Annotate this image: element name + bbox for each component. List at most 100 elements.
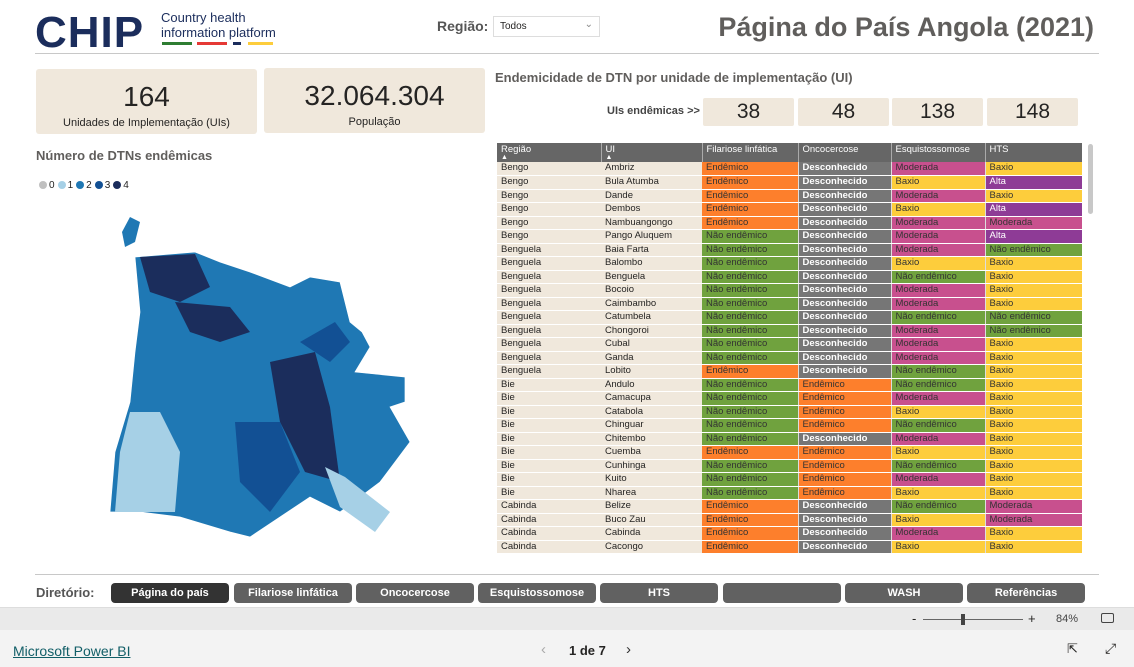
table-cell: Baia Farta bbox=[601, 243, 702, 257]
table-row[interactable]: Benguela Bocoio Não endêmico Desconhecido Mo… bbox=[497, 283, 1082, 298]
prev-page-icon[interactable]: ‹ bbox=[541, 641, 546, 658]
table-row[interactable]: Benguela Lobito Endêmico Desconhecido Não en… bbox=[497, 364, 1082, 379]
table-row[interactable]: Bie Camacupa Não endêmico Endêmico Moderada B… bbox=[497, 391, 1082, 406]
table-row[interactable]: Bie Chitembo Não endêmico Desconhecido Moder… bbox=[497, 432, 1082, 446]
table-row[interactable]: Bengo Dande Endêmico Desconhecido Moderada Ba… bbox=[497, 189, 1082, 203]
table-scrollbar[interactable] bbox=[1088, 144, 1093, 214]
table-row[interactable]: Bie Cunhinga Não endêmico Endêmico Não endêm… bbox=[497, 459, 1082, 473]
status-cell: Baxio bbox=[985, 432, 1082, 446]
table-row[interactable]: Bie Kuito Não endêmico Endêmico Moderada Baxi… bbox=[497, 472, 1082, 487]
table-cell: Camacupa bbox=[601, 391, 702, 406]
table-row[interactable]: Bengo Bula Atumba Endêmico Desconhecido Baxi… bbox=[497, 175, 1082, 190]
nav-button[interactable]: HTS bbox=[600, 583, 718, 603]
fullscreen-icon[interactable]: ⤢ bbox=[1105, 640, 1116, 657]
next-page-icon[interactable]: › bbox=[626, 641, 631, 658]
flag-stripe bbox=[248, 42, 273, 45]
table-row[interactable]: Cabinda Belize Endêmico Desconhecido Não end… bbox=[497, 499, 1082, 514]
legend-dot-icon bbox=[76, 181, 85, 189]
population-card: 32.064.304 População bbox=[264, 68, 485, 133]
power-bi-link[interactable]: Microsoft Power BI bbox=[13, 643, 130, 659]
table-cell: Chinguar bbox=[601, 418, 702, 433]
zoom-bar: - + 84% bbox=[0, 607, 1134, 630]
share-icon[interactable]: ⇱ bbox=[1067, 641, 1078, 657]
nav-button[interactable]: Filariose linfática bbox=[234, 583, 352, 603]
table-row[interactable]: Bie Andulo Não endêmico Endêmico Não endêmic… bbox=[497, 378, 1082, 392]
table-row[interactable]: Bie Nharea Não endêmico Endêmico Baxio Baxio bbox=[497, 486, 1082, 500]
status-cell: Endêmico bbox=[798, 486, 892, 500]
zoom-in-button[interactable]: + bbox=[1028, 611, 1036, 626]
endemic-title: Endemicidade de DTN por unidade de imple… bbox=[495, 70, 853, 85]
table-row[interactable]: Bie Cuemba Endêmico Endêmico Baxio Baxio bbox=[497, 445, 1082, 460]
status-cell: Endêmico bbox=[798, 445, 892, 460]
table-row[interactable]: Bie Chinguar Não endêmico Endêmico Não endêm… bbox=[497, 418, 1082, 433]
table-row[interactable]: Bengo Ambriz Endêmico Desconhecido Moderada B… bbox=[497, 162, 1082, 176]
status-cell: Não endêmico bbox=[702, 418, 799, 433]
table-cell: Bie bbox=[497, 405, 601, 419]
endemic-count-hts: 148 bbox=[987, 98, 1078, 126]
zoom-slider[interactable] bbox=[923, 619, 1023, 620]
status-cell: Endêmico bbox=[702, 202, 799, 217]
table-row[interactable]: Bengo Nambuangongo Endêmico Desconhecido Mod… bbox=[497, 216, 1082, 230]
table-cell: Bie bbox=[497, 432, 601, 446]
zoom-level: 84% bbox=[1056, 613, 1079, 625]
table-row[interactable]: Benguela Baia Farta Não endêmico Desconheci… bbox=[497, 243, 1082, 257]
table-cell: Bengo bbox=[497, 189, 601, 203]
legend-dot-icon bbox=[57, 181, 66, 189]
status-cell: Baxio bbox=[891, 202, 986, 217]
column-header[interactable]: UI ▲ bbox=[601, 143, 703, 162]
status-cell: Não endêmico bbox=[702, 486, 799, 500]
divider bbox=[35, 574, 1099, 575]
table-cell: Balombo bbox=[601, 256, 702, 271]
table-row[interactable]: Cabinda Cacongo Endêmico Desconhecido Baxio B… bbox=[497, 540, 1082, 554]
nav-button[interactable] bbox=[723, 583, 841, 603]
table-row[interactable]: Bengo Pango Aluquem Não endêmico Desconheci… bbox=[497, 229, 1082, 244]
table-row[interactable]: Benguela Ganda Não endêmico Desconhecido Mod… bbox=[497, 351, 1082, 365]
table-cell: Catabola bbox=[601, 405, 702, 419]
column-header[interactable]: Esquistossomose bbox=[891, 143, 986, 162]
nav-button[interactable]: Referências bbox=[967, 583, 1085, 603]
status-cell: Desconhecido bbox=[798, 283, 892, 298]
table-cell: Bengo bbox=[497, 202, 601, 217]
table-cell: Cacongo bbox=[601, 540, 702, 554]
nav-button[interactable]: Página do país bbox=[111, 583, 229, 603]
column-header[interactable]: Oncocercose bbox=[798, 143, 892, 162]
table-row[interactable]: Benguela Catumbela Não endêmico Desconhecid… bbox=[497, 310, 1082, 325]
sort-asc-icon: ▲ bbox=[605, 154, 613, 161]
table-row[interactable]: Benguela Balombo Não endêmico Desconhecido B… bbox=[497, 256, 1082, 271]
region-select[interactable]: Todos ⌄ bbox=[493, 16, 600, 37]
status-cell: Moderada bbox=[891, 526, 986, 541]
table-row[interactable]: Bengo Dembos Endêmico Desconhecido Baxio Alta bbox=[497, 202, 1082, 217]
table-row[interactable]: Benguela Chongoroi Não endêmico Desconhecid… bbox=[497, 324, 1082, 338]
zoom-slider-handle[interactable] bbox=[961, 614, 965, 625]
nav-button[interactable]: WASH bbox=[845, 583, 963, 603]
status-cell: Moderada bbox=[891, 324, 986, 338]
endemicity-table[interactable]: Região ▲ UI ▲ Filariose linfática Oncocercose… bbox=[497, 143, 1082, 556]
table-row[interactable]: Benguela Benguela Não endêmico Desconhecido… bbox=[497, 270, 1082, 284]
status-cell: Moderada bbox=[891, 243, 986, 257]
column-header[interactable]: Região ▲ bbox=[497, 143, 602, 162]
table-row[interactable]: Cabinda Cabinda Endêmico Desconhecido Modera… bbox=[497, 526, 1082, 541]
zoom-out-button[interactable]: - bbox=[912, 611, 916, 626]
status-cell: Moderada bbox=[891, 337, 986, 352]
table-row[interactable]: Benguela Cubal Não endêmico Desconhecido Mod… bbox=[497, 337, 1082, 352]
nav-button[interactable]: Esquistossomose bbox=[478, 583, 596, 603]
status-cell: Não endêmico bbox=[702, 378, 799, 392]
map-region-cabinda bbox=[122, 217, 140, 247]
status-cell: Não endêmico bbox=[702, 391, 799, 406]
legend-dot-icon bbox=[39, 181, 47, 189]
fit-to-page-icon[interactable] bbox=[1101, 613, 1114, 623]
nav-button[interactable]: Oncocercose bbox=[356, 583, 474, 603]
table-row[interactable]: Bie Catabola Não endêmico Endêmico Baxio Baxi… bbox=[497, 405, 1082, 419]
table-row[interactable]: Cabinda Buco Zau Endêmico Desconhecido Baxio… bbox=[497, 513, 1082, 527]
status-cell: Endêmico bbox=[702, 162, 799, 176]
table-cell: Benguela bbox=[497, 297, 601, 311]
table-cell: Ganda bbox=[601, 351, 702, 365]
status-cell: Baxio bbox=[985, 351, 1082, 365]
column-header[interactable]: HTS bbox=[985, 143, 1082, 162]
column-header[interactable]: Filariose linfática bbox=[702, 143, 799, 162]
table-row[interactable]: Benguela Caimbambo Não endêmico Desconhecid… bbox=[497, 297, 1082, 311]
table-cell: Cunhinga bbox=[601, 459, 702, 473]
angola-map[interactable] bbox=[100, 212, 420, 552]
table-cell: Belize bbox=[601, 499, 702, 514]
status-cell: Endêmico bbox=[702, 364, 799, 379]
